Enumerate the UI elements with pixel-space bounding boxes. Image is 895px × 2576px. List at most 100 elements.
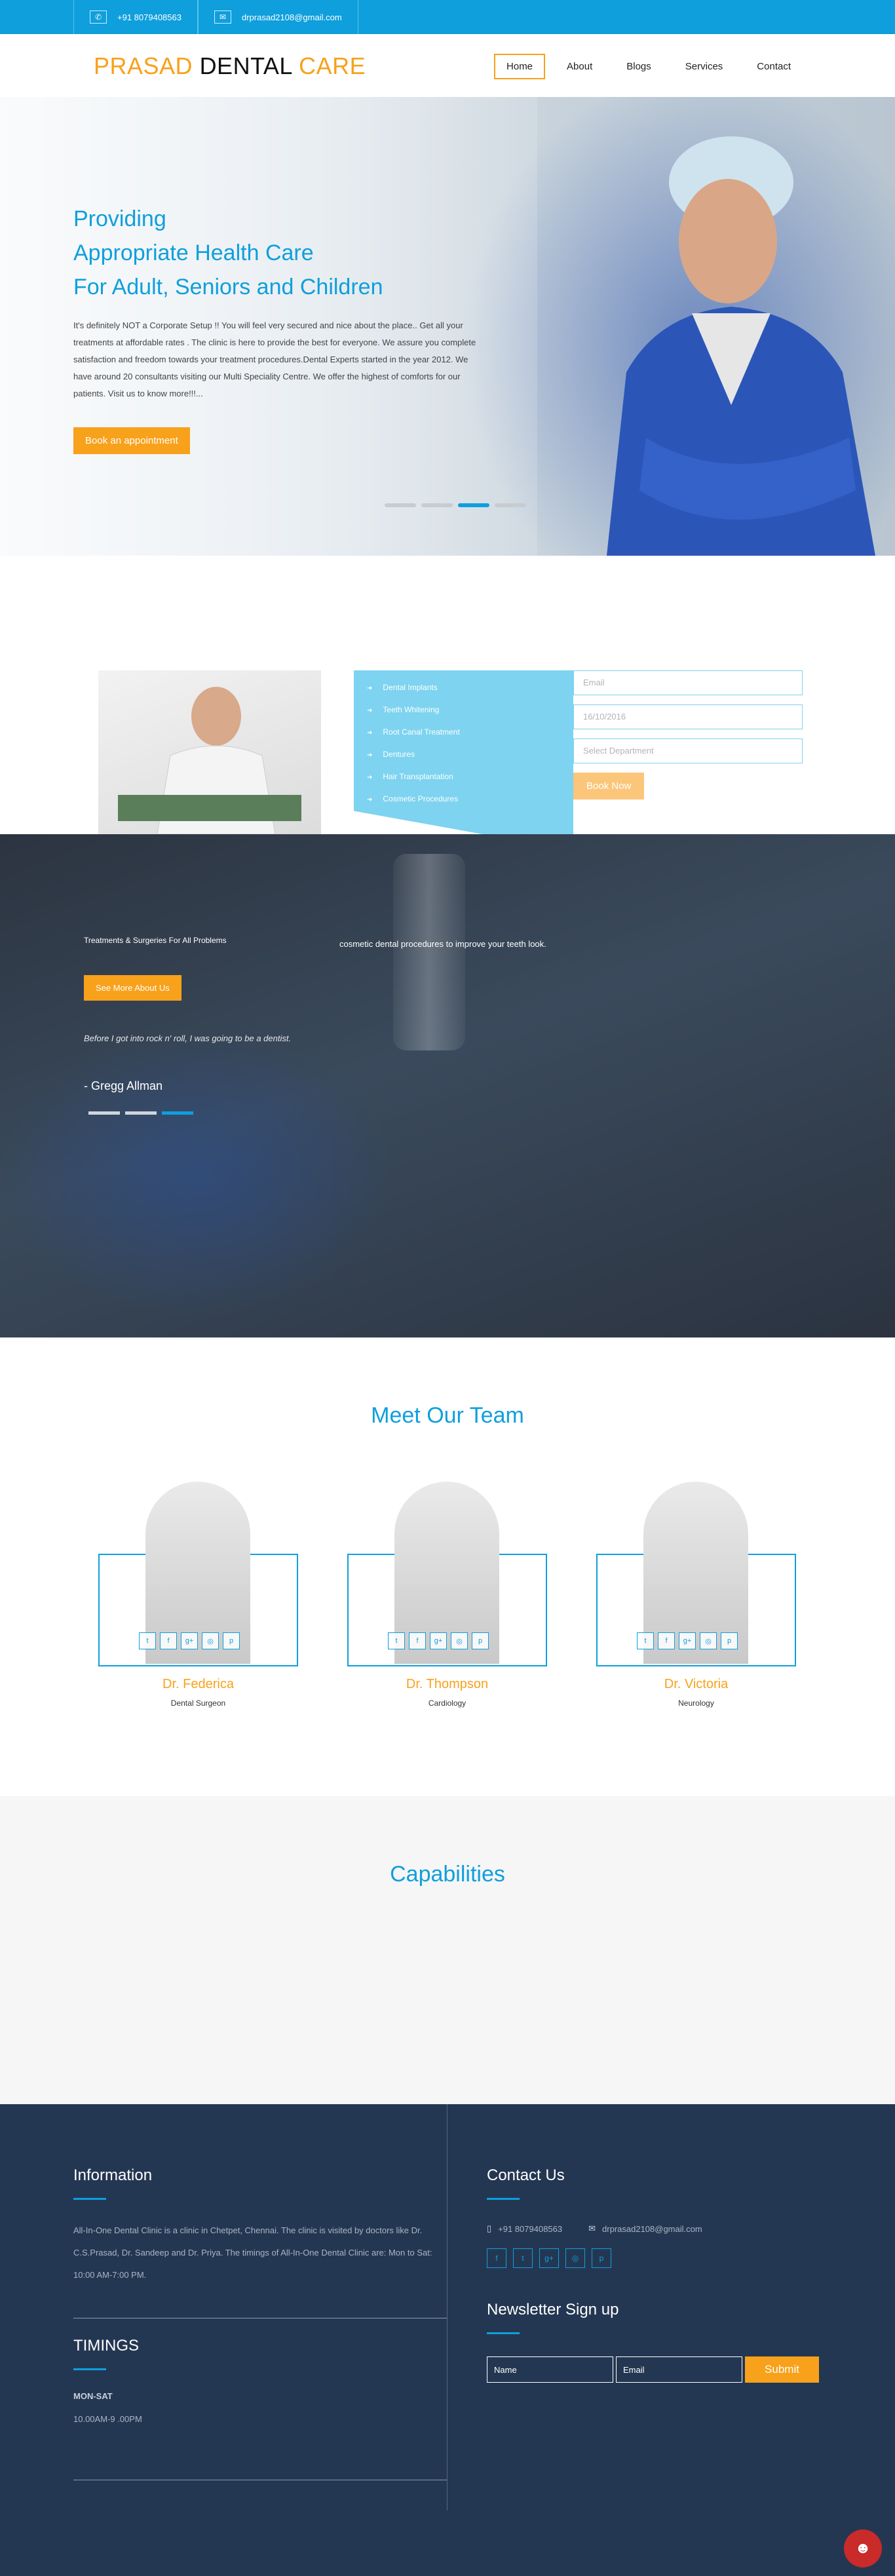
arrow-icon: ➜: [367, 796, 373, 803]
facebook-icon[interactable]: f: [658, 1632, 675, 1649]
department-select[interactable]: Select Department: [573, 739, 803, 763]
arrow-icon: ➜: [367, 729, 373, 737]
hero-title-line-2: Appropriate Health Care: [73, 240, 314, 265]
appointment-section: ➜ Dental Implants ➜ Teeth Whitening ➜ Root …: [0, 556, 895, 851]
nav-home[interactable]: Home: [494, 54, 546, 79]
member-name[interactable]: Dr. Federica: [98, 1677, 298, 1692]
top-bar: ✆ +91 8079408563 ✉ drprasad2108@gmail.co…: [0, 0, 895, 34]
footer-socials: f t g+ ◎ p: [487, 2248, 828, 2268]
hero-slider-dots: [385, 503, 531, 507]
member-role: Cardiology: [428, 1699, 467, 1708]
member-name[interactable]: Dr. Thompson: [347, 1677, 547, 1692]
facebook-icon[interactable]: f: [160, 1632, 177, 1649]
site-footer: Information All-In-One Dental Clinic is …: [0, 2104, 895, 2576]
google-plus-icon[interactable]: g+: [430, 1632, 447, 1649]
nav-contact[interactable]: Contact: [744, 54, 803, 79]
see-more-button[interactable]: See More About Us: [84, 975, 181, 1001]
topbar-email[interactable]: ✉ drprasad2108@gmail.com: [198, 0, 358, 34]
nav-blogs[interactable]: Blogs: [614, 54, 664, 79]
google-plus-icon[interactable]: g+: [679, 1632, 696, 1649]
title-underline: [487, 2198, 520, 2200]
contact-title: Contact Us: [487, 2166, 565, 2184]
testimonial-quote: Before I got into rock n' roll, I was go…: [84, 1033, 292, 1043]
pinterest-icon[interactable]: p: [223, 1632, 240, 1649]
timings-hours: 10.00AM-9 .00PM: [73, 2414, 142, 2424]
appointment-form: Email 16/10/2016 Select Department Book …: [573, 670, 803, 799]
member-socials: t f g+ ◎ p: [139, 1632, 244, 1649]
google-plus-icon[interactable]: g+: [539, 2248, 559, 2268]
pinterest-icon[interactable]: p: [472, 1632, 489, 1649]
logo-part-2: DENTAL: [199, 52, 292, 79]
footer-timings: TIMINGS MON-SAT 10.00AM-9 .00PM: [73, 2337, 142, 2424]
envelope-icon: ✉: [214, 10, 231, 24]
dribbble-icon[interactable]: ◎: [451, 1632, 468, 1649]
pinterest-icon[interactable]: p: [721, 1632, 738, 1649]
slider-dot[interactable]: [421, 503, 453, 507]
team-member-card: t f g+ ◎ p Dr. Thompson Cardiology: [347, 1482, 547, 1708]
title-underline: [487, 2332, 520, 2334]
capabilities-section: Capabilities: [0, 1796, 895, 2104]
slider-dot[interactable]: [385, 503, 416, 507]
capabilities-title: Capabilities: [390, 1862, 505, 1887]
site-logo[interactable]: PRASAD DENTAL CARE: [94, 52, 366, 80]
twitter-icon[interactable]: t: [388, 1632, 405, 1649]
member-name[interactable]: Dr. Victoria: [596, 1677, 796, 1692]
footer-phone[interactable]: +91 8079408563: [498, 2224, 562, 2234]
mobile-icon: ▯: [487, 2223, 492, 2233]
hero-title-line-3: For Adult, Seniors and Children: [73, 275, 383, 299]
slider-dot[interactable]: [495, 503, 526, 507]
slider-dot[interactable]: [125, 1111, 157, 1115]
member-role: Dental Surgeon: [170, 1699, 226, 1708]
envelope-icon: ✉: [588, 2223, 596, 2233]
service-item[interactable]: ➜ Cosmetic Procedures: [367, 788, 573, 811]
topbar-phone[interactable]: ✆ +91 8079408563: [73, 0, 198, 34]
slider-dot-active[interactable]: [458, 503, 489, 507]
arrow-icon: ➜: [367, 774, 373, 781]
doctor-writing-image: [98, 670, 321, 835]
information-text: All-In-One Dental Clinic is a clinic in …: [73, 2225, 432, 2280]
services-list: ➜ Dental Implants ➜ Teeth Whitening ➜ Root …: [354, 670, 573, 851]
newsletter-name-input[interactable]: Name: [487, 2356, 613, 2383]
main-nav: Home About Blogs Services Contact: [485, 54, 803, 79]
slider-dot[interactable]: [88, 1111, 120, 1115]
google-plus-icon[interactable]: g+: [181, 1632, 198, 1649]
member-socials: t f g+ ◎ p: [637, 1632, 742, 1649]
twitter-icon[interactable]: t: [513, 2248, 533, 2268]
service-item[interactable]: ➜ Root Canal Treatment: [367, 721, 573, 744]
facebook-icon[interactable]: f: [487, 2248, 506, 2268]
service-item[interactable]: ➜ Dentures: [367, 744, 573, 766]
title-underline: [73, 2198, 106, 2200]
service-item[interactable]: ➜ Dental Implants: [367, 677, 573, 699]
service-item[interactable]: ➜ Hair Transplantation: [367, 766, 573, 788]
twitter-icon[interactable]: t: [637, 1632, 654, 1649]
dribbble-icon[interactable]: ◎: [700, 1632, 717, 1649]
member-role: Neurology: [678, 1699, 714, 1708]
arrow-icon: ➜: [367, 685, 373, 692]
nav-about[interactable]: About: [554, 54, 605, 79]
testimonial-left-text: Treatments & Surgeries For All Problems: [84, 936, 227, 945]
footer-information: Information All-In-One Dental Clinic is …: [73, 2166, 447, 2286]
date-field[interactable]: 16/10/2016: [573, 704, 803, 729]
slider-dot-active[interactable]: [162, 1111, 193, 1115]
twitter-icon[interactable]: t: [139, 1632, 156, 1649]
newsletter-email-input[interactable]: Email: [616, 2356, 742, 2383]
team-member-card: t f g+ ◎ p Dr. Victoria Neurology: [596, 1482, 796, 1708]
newsletter: Newsletter Sign up Name Email Submit: [487, 2301, 854, 2383]
service-item[interactable]: ➜ Teeth Whitening: [367, 699, 573, 721]
nav-services[interactable]: Services: [673, 54, 736, 79]
site-header: PRASAD DENTAL CARE Home About Blogs Serv…: [0, 34, 895, 97]
dribbble-icon[interactable]: ◎: [202, 1632, 219, 1649]
newsletter-submit-button[interactable]: Submit: [745, 2356, 819, 2383]
email-field[interactable]: Email: [573, 670, 803, 695]
book-now-button[interactable]: Book Now: [573, 773, 645, 799]
team-section: Meet Our Team t f g+ ◎ p Dr. Federica De…: [0, 1337, 895, 1796]
chat-widget-icon[interactable]: ☻: [844, 2529, 882, 2567]
dribbble-icon[interactable]: ◎: [565, 2248, 585, 2268]
footer-email[interactable]: drprasad2108@gmail.com: [602, 2224, 702, 2234]
book-appointment-button[interactable]: Book an appointment: [73, 427, 190, 454]
pinterest-icon[interactable]: p: [592, 2248, 611, 2268]
arrow-icon: ➜: [367, 752, 373, 759]
logo-part-3: CARE: [299, 52, 366, 79]
testimonial-right-text: cosmetic dental procedures to improve yo…: [339, 939, 546, 949]
facebook-icon[interactable]: f: [409, 1632, 426, 1649]
